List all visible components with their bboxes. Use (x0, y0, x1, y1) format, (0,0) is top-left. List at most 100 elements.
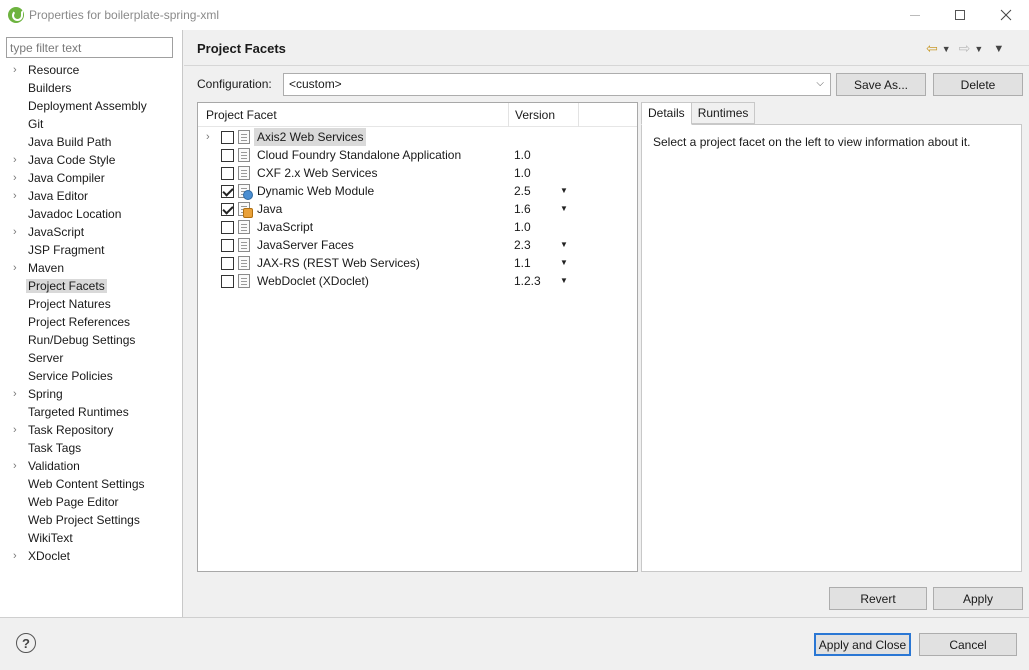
facet-checkbox[interactable] (221, 275, 234, 288)
chevron-right-icon[interactable]: › (13, 385, 17, 403)
version-dropdown-icon[interactable]: ▼ (560, 272, 568, 290)
chevron-right-icon[interactable]: › (13, 223, 17, 241)
sidebar-item-label: XDoclet (28, 549, 71, 563)
sidebar-item-web-content-settings[interactable]: Web Content Settings (0, 475, 183, 493)
facet-checkbox[interactable] (221, 257, 234, 270)
sidebar-item-run-debug-settings[interactable]: Run/Debug Settings (0, 331, 183, 349)
close-button[interactable] (983, 0, 1029, 30)
version-dropdown-icon[interactable]: ▼ (560, 254, 568, 272)
chevron-right-icon[interactable]: › (13, 187, 17, 205)
table-row[interactable]: JavaScript 1.0 (198, 218, 637, 236)
sidebar-item-targeted-runtimes[interactable]: Targeted Runtimes (0, 403, 183, 421)
sidebar-item-task-tags[interactable]: Task Tags (0, 439, 183, 457)
facet-checkbox[interactable] (221, 203, 234, 216)
chevron-right-icon[interactable]: › (13, 259, 17, 277)
view-menu-icon[interactable]: ▼ (993, 43, 1004, 55)
table-row[interactable]: Dynamic Web Module 2.5 ▼ (198, 182, 637, 200)
chevron-right-icon[interactable]: › (13, 547, 17, 565)
facet-checkbox[interactable] (221, 185, 234, 198)
facet-version[interactable]: 1.1 (514, 254, 531, 272)
sidebar-item-java-code-style[interactable]: › Java Code Style (0, 151, 183, 169)
sidebar-item-spring[interactable]: › Spring (0, 385, 183, 403)
title-bar: Properties for boilerplate-spring-xml (0, 0, 1029, 30)
sidebar-item-project-facets[interactable]: Project Facets (0, 277, 183, 295)
table-row[interactable]: Cloud Foundry Standalone Application 1.0 (198, 146, 637, 164)
facet-checkbox[interactable] (221, 239, 234, 252)
sidebar-item-java-build-path[interactable]: Java Build Path (0, 133, 183, 151)
chevron-right-icon[interactable]: › (13, 169, 17, 187)
maximize-button[interactable] (937, 0, 983, 30)
tab-details[interactable]: Details (641, 102, 692, 125)
forward-menu-chevron-icon[interactable]: ▼ (974, 44, 983, 54)
revert-button[interactable]: Revert (829, 587, 927, 610)
back-arrow-icon[interactable]: ⇦ (926, 40, 938, 57)
details-body: Select a project facet on the left to vi… (641, 124, 1022, 572)
configuration-label: Configuration: (197, 77, 272, 91)
facet-icon (238, 274, 250, 288)
sidebar-item-wikitext[interactable]: WikiText (0, 529, 183, 547)
chevron-right-icon[interactable]: › (206, 128, 210, 146)
main-panel: Project Facets ⇦ ▼ ⇨ ▼ ▼ Configuration: … (184, 30, 1029, 617)
sidebar-item-xdoclet[interactable]: › XDoclet (0, 547, 183, 565)
sidebar-item-git[interactable]: Git (0, 115, 183, 133)
facet-version[interactable]: 2.3 (514, 236, 531, 254)
facet-version[interactable]: 2.5 (514, 182, 531, 200)
chevron-right-icon[interactable]: › (13, 61, 17, 79)
sidebar-item-project-natures[interactable]: Project Natures (0, 295, 183, 313)
cancel-button[interactable]: Cancel (919, 633, 1017, 656)
column-header-version[interactable]: Version (515, 108, 555, 122)
sidebar-item-label: Java Compiler (28, 171, 105, 185)
sidebar-item-service-policies[interactable]: Service Policies (0, 367, 183, 385)
table-row[interactable]: JavaServer Faces 2.3 ▼ (198, 236, 637, 254)
apply-and-close-button[interactable]: Apply and Close (814, 633, 911, 656)
filter-input[interactable] (6, 37, 173, 58)
version-dropdown-icon[interactable]: ▼ (560, 182, 568, 200)
table-row[interactable]: › Axis2 Web Services (198, 128, 637, 146)
save-as-button[interactable]: Save As... (836, 73, 926, 96)
chevron-right-icon[interactable]: › (13, 151, 17, 169)
sidebar-item-label: Project Facets (26, 279, 107, 293)
delete-button[interactable]: Delete (933, 73, 1023, 96)
table-row[interactable]: WebDoclet (XDoclet) 1.2.3 ▼ (198, 272, 637, 290)
facet-name: Axis2 Web Services (254, 128, 367, 146)
chevron-right-icon[interactable]: › (13, 421, 17, 439)
facet-version[interactable]: 1.6 (514, 200, 531, 218)
apply-button[interactable]: Apply (933, 587, 1023, 610)
table-row[interactable]: CXF 2.x Web Services 1.0 (198, 164, 637, 182)
sidebar-item-builders[interactable]: Builders (0, 79, 183, 97)
minimize-icon (910, 14, 920, 16)
facet-checkbox[interactable] (221, 131, 234, 144)
version-dropdown-icon[interactable]: ▼ (560, 236, 568, 254)
sidebar-item-web-page-editor[interactable]: Web Page Editor (0, 493, 183, 511)
facet-checkbox[interactable] (221, 167, 234, 180)
configuration-select[interactable]: <custom> ⌵ (283, 73, 831, 96)
help-icon[interactable]: ? (16, 633, 36, 653)
minimize-button[interactable] (892, 0, 938, 30)
sidebar-item-web-project-settings[interactable]: Web Project Settings (0, 511, 183, 529)
sidebar-item-label: Service Policies (28, 369, 113, 383)
sidebar-item-task-repository[interactable]: › Task Repository (0, 421, 183, 439)
sidebar-item-maven[interactable]: › Maven (0, 259, 183, 277)
version-dropdown-icon[interactable]: ▼ (560, 200, 568, 218)
sidebar-item-javascript[interactable]: › JavaScript (0, 223, 183, 241)
sidebar-item-server[interactable]: Server (0, 349, 183, 367)
table-row[interactable]: Java 1.6 ▼ (198, 200, 637, 218)
facet-checkbox[interactable] (221, 221, 234, 234)
table-row[interactable]: JAX-RS (REST Web Services) 1.1 ▼ (198, 254, 637, 272)
sidebar-item-java-compiler[interactable]: › Java Compiler (0, 169, 183, 187)
forward-arrow-icon[interactable]: ⇨ (959, 40, 971, 57)
facet-version[interactable]: 1.2.3 (514, 272, 541, 290)
sidebar-item-deployment-assembly[interactable]: Deployment Assembly (0, 97, 183, 115)
sidebar-item-java-editor[interactable]: › Java Editor (0, 187, 183, 205)
chevron-right-icon[interactable]: › (13, 457, 17, 475)
sidebar-item-validation[interactable]: › Validation (0, 457, 183, 475)
sidebar-item-resource[interactable]: › Resource (0, 61, 183, 79)
facet-checkbox[interactable] (221, 149, 234, 162)
back-menu-chevron-icon[interactable]: ▼ (942, 44, 951, 54)
sidebar-item-jsp-fragment[interactable]: JSP Fragment (0, 241, 183, 259)
sidebar-item-project-references[interactable]: Project References (0, 313, 183, 331)
column-header-facet[interactable]: Project Facet (206, 108, 277, 122)
sidebar-item-javadoc-location[interactable]: Javadoc Location (0, 205, 183, 223)
facet-name: JAX-RS (REST Web Services) (257, 256, 420, 270)
tab-runtimes[interactable]: Runtimes (690, 102, 756, 124)
